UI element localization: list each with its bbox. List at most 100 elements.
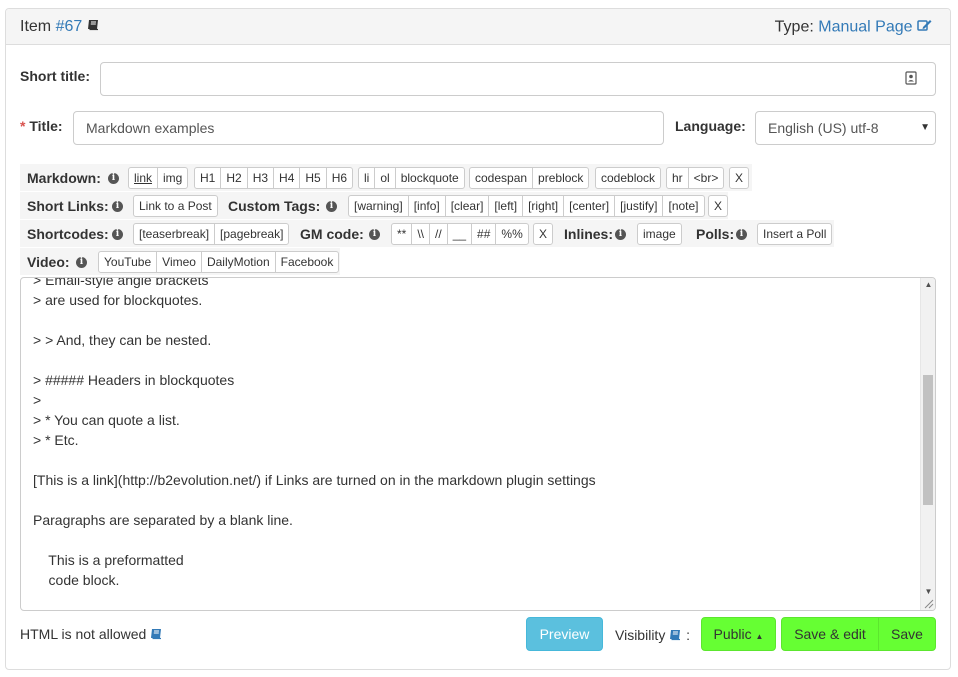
gm-code-group: ** \\ // __ ## %% bbox=[391, 223, 529, 245]
polls-label: Polls: bbox=[696, 226, 735, 242]
md-img-button[interactable]: img bbox=[157, 167, 189, 189]
html-notice-text: HTML is not allowed bbox=[20, 626, 147, 642]
youtube-button[interactable]: YouTube bbox=[98, 251, 158, 273]
md-close-button[interactable]: X bbox=[729, 167, 750, 189]
video-label: Video: bbox=[27, 254, 70, 270]
item-heading: Item #67 bbox=[20, 18, 100, 36]
md-blockquote-button[interactable]: blockquote bbox=[394, 167, 465, 189]
custom-tags-label: Custom Tags: bbox=[228, 198, 321, 214]
caret-up-icon: ▲ bbox=[755, 632, 764, 641]
tag-justify-button[interactable]: [justify] bbox=[614, 195, 664, 217]
pagebreak-button[interactable]: [pagebreak] bbox=[214, 223, 290, 245]
info-icon: i bbox=[108, 173, 119, 184]
editor-scrollbar[interactable]: ▲ ▼ bbox=[920, 278, 935, 610]
md-h6-button[interactable]: H6 bbox=[325, 167, 354, 189]
info-icon: i bbox=[76, 257, 87, 268]
tag-right-button[interactable]: [right] bbox=[522, 195, 565, 217]
content-text: > Email-style angle brackets > are used … bbox=[33, 277, 596, 588]
scroll-thumb[interactable] bbox=[923, 375, 933, 505]
visibility-label-wrap: Visibility : bbox=[615, 627, 690, 644]
item-label: Item bbox=[20, 18, 52, 36]
short-links-group: Link to a Post bbox=[133, 195, 218, 217]
md-h5-button[interactable]: H5 bbox=[299, 167, 327, 189]
gm-hash-button[interactable]: ## bbox=[471, 223, 497, 245]
md-codespan-button[interactable]: codespan bbox=[469, 167, 534, 189]
md-h4-button[interactable]: H4 bbox=[273, 167, 301, 189]
panel-heading: Item #67 Type: Manual Page bbox=[6, 9, 950, 45]
title-label-wrap: * Title: bbox=[20, 118, 63, 134]
teaserbreak-button[interactable]: [teaserbreak] bbox=[133, 223, 216, 245]
inline-image-button[interactable]: image bbox=[637, 223, 682, 245]
info-icon: i bbox=[736, 229, 747, 240]
short-title-label: Short title: bbox=[20, 68, 90, 84]
type-label: Type: bbox=[774, 18, 814, 36]
md-h3-button[interactable]: H3 bbox=[246, 167, 275, 189]
language-label: Language: bbox=[675, 118, 746, 134]
content-textarea[interactable]: > Email-style angle brackets > are used … bbox=[20, 277, 936, 611]
book-icon[interactable] bbox=[669, 628, 682, 644]
md-ol-button[interactable]: ol bbox=[374, 167, 396, 189]
facebook-button[interactable]: Facebook bbox=[274, 251, 340, 273]
markdown-group-link: link img bbox=[128, 167, 189, 189]
md-h2-button[interactable]: H2 bbox=[220, 167, 248, 189]
inlines-group: image bbox=[637, 223, 682, 245]
markdown-group-code: codespan preblock bbox=[469, 167, 590, 189]
md-preblock-button[interactable]: preblock bbox=[532, 167, 590, 189]
item-type: Type: Manual Page bbox=[775, 18, 932, 37]
scroll-up-icon[interactable]: ▲ bbox=[921, 280, 935, 289]
shortcodes-label: Shortcodes: bbox=[27, 226, 109, 242]
polls-group: Insert a Poll bbox=[757, 223, 833, 245]
md-br-button[interactable]: <br> bbox=[687, 167, 725, 189]
caret-down-icon: ▼ bbox=[920, 122, 930, 133]
shortcodes-group: [teaserbreak] [pagebreak] bbox=[133, 223, 290, 245]
md-li-button[interactable]: li bbox=[358, 167, 376, 189]
info-icon: i bbox=[615, 229, 626, 240]
info-icon: i bbox=[112, 229, 123, 240]
gm-backslash-button[interactable]: \\ bbox=[411, 223, 431, 245]
md-h1-button[interactable]: H1 bbox=[194, 167, 222, 189]
custom-tags-close-group: X bbox=[708, 195, 729, 217]
type-value-link[interactable]: Manual Page bbox=[818, 19, 912, 36]
link-to-post-button[interactable]: Link to a Post bbox=[133, 195, 218, 217]
save-and-edit-button[interactable]: Save & edit bbox=[781, 617, 879, 651]
vimeo-button[interactable]: Vimeo bbox=[156, 251, 202, 273]
contact-card-icon bbox=[905, 71, 917, 88]
dailymotion-button[interactable]: DailyMotion bbox=[200, 251, 276, 273]
gm-code-close-button[interactable]: X bbox=[533, 223, 554, 245]
md-link-button[interactable]: link bbox=[128, 167, 159, 189]
gm-italic-button[interactable]: // bbox=[429, 223, 448, 245]
gm-percent-button[interactable]: %% bbox=[495, 223, 529, 245]
markdown-group-codeblock: codeblock bbox=[595, 167, 662, 189]
markdown-group-headers: H1 H2 H3 H4 H5 H6 bbox=[194, 167, 354, 189]
required-mark: * bbox=[20, 118, 26, 134]
resize-grip-icon[interactable] bbox=[924, 599, 934, 609]
info-icon: i bbox=[326, 201, 337, 212]
gm-underline-button[interactable]: __ bbox=[446, 223, 473, 245]
insert-poll-button[interactable]: Insert a Poll bbox=[757, 223, 833, 245]
gm-code-close-group: X bbox=[533, 223, 554, 245]
title-input[interactable]: Markdown examples bbox=[73, 111, 664, 145]
language-select[interactable]: English (US) utf-8 ▼ bbox=[755, 111, 936, 145]
short-title-input[interactable] bbox=[100, 62, 936, 96]
gm-bold-button[interactable]: ** bbox=[391, 223, 413, 245]
tag-info-button[interactable]: [info] bbox=[407, 195, 446, 217]
visibility-dropdown-button[interactable]: Public ▲ bbox=[701, 617, 776, 651]
edit-icon[interactable] bbox=[917, 18, 932, 37]
book-icon[interactable] bbox=[87, 18, 100, 36]
tag-center-button[interactable]: [center] bbox=[563, 195, 616, 217]
item-number-link[interactable]: #67 bbox=[56, 18, 83, 35]
visibility-value: Public bbox=[713, 626, 752, 642]
preview-button[interactable]: Preview bbox=[526, 617, 603, 651]
visibility-label: Visibility bbox=[615, 627, 666, 643]
book-icon[interactable] bbox=[150, 627, 163, 643]
md-codeblock-button[interactable]: codeblock bbox=[595, 167, 662, 189]
tag-left-button[interactable]: [left] bbox=[488, 195, 524, 217]
tag-clear-button[interactable]: [clear] bbox=[444, 195, 490, 217]
scroll-down-icon[interactable]: ▼ bbox=[921, 587, 935, 596]
tag-warning-button[interactable]: [warning] bbox=[348, 195, 409, 217]
save-button[interactable]: Save bbox=[878, 617, 936, 651]
custom-tags-close-button[interactable]: X bbox=[708, 195, 729, 217]
markdown-group-lists: li ol blockquote bbox=[358, 167, 465, 189]
tag-note-button[interactable]: [note] bbox=[662, 195, 705, 217]
md-hr-button[interactable]: hr bbox=[666, 167, 689, 189]
